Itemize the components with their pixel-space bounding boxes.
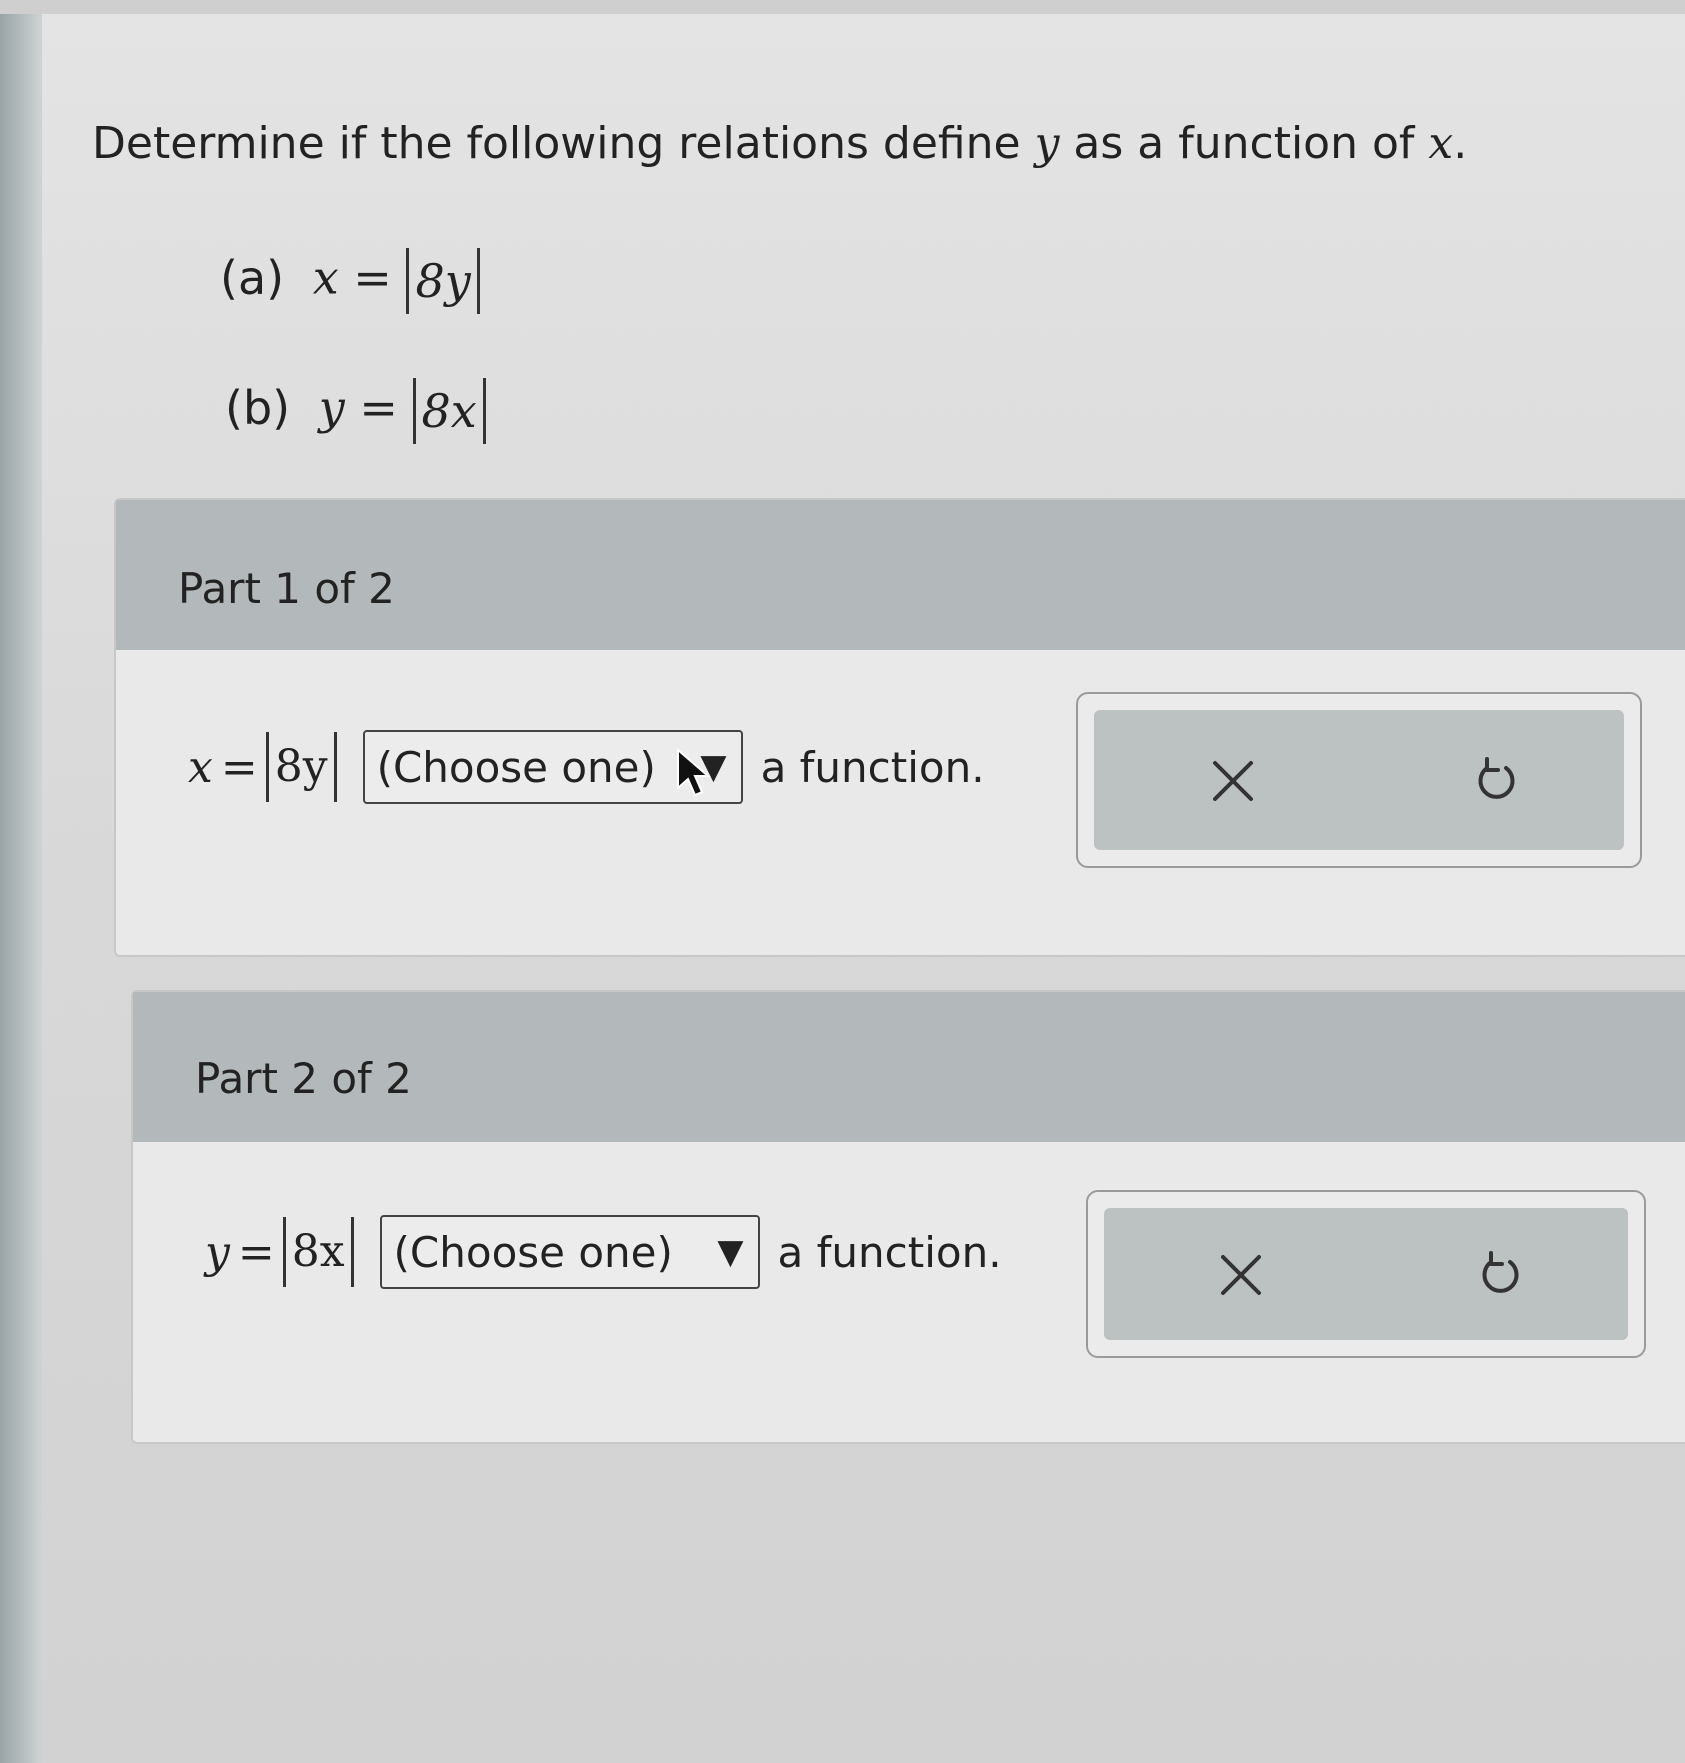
part-2-header: Part 2 of 2	[133, 992, 1685, 1142]
part-2-reset-button[interactable]	[1466, 1240, 1536, 1310]
part-1-clear-button[interactable]	[1198, 746, 1268, 816]
question-var-x: x	[1428, 118, 1454, 169]
part-2-lhs: y	[205, 1226, 230, 1278]
part-2-abs: 8x	[282, 1217, 354, 1287]
part-1-header: Part 1 of 2	[116, 500, 1685, 650]
part-2-clear-button[interactable]	[1206, 1240, 1276, 1310]
undo-icon	[1478, 757, 1515, 799]
part-2-equals: =	[237, 1226, 275, 1278]
part-1-dropdown-value: (Choose one)	[376, 742, 656, 792]
part-1-title: Part 1 of 2	[178, 564, 395, 613]
top-edge	[0, 0, 1685, 14]
close-icon	[1213, 761, 1253, 801]
question-var-y: y	[1034, 118, 1060, 169]
relation-a-lhs: x	[312, 250, 339, 305]
part-1-reset-button[interactable]	[1462, 746, 1532, 816]
part-1-abs: 8y	[265, 732, 337, 802]
part-2-title: Part 2 of 2	[195, 1054, 412, 1103]
part-2-suffix: a function.	[777, 1227, 1002, 1277]
part-2-choose-dropdown[interactable]: (Choose one) ▼	[379, 1215, 760, 1289]
undo-icon	[1482, 1251, 1519, 1293]
question-text-middle: as a function of	[1073, 118, 1415, 169]
part-1-suffix: a function.	[760, 742, 985, 792]
question-text-before: Determine if the following relations def…	[92, 118, 1021, 169]
part-1-action-bar	[1094, 710, 1624, 850]
part-1-equals: =	[220, 741, 258, 793]
relation-b-abs: 8x	[412, 378, 486, 444]
close-icon	[1221, 1255, 1261, 1295]
question-text: Determine if the following relations def…	[92, 118, 1467, 169]
triangle-down-icon: ▼	[717, 1232, 744, 1272]
part-2-action-box	[1086, 1190, 1646, 1358]
part-1-equation: x = 8y (Choose one) ▼ a function.	[188, 730, 985, 804]
part-1-lhs: x	[188, 741, 213, 793]
question-text-end: .	[1453, 118, 1468, 169]
relation-b: (b) y = 8x	[225, 378, 486, 444]
relation-b-lhs: y	[318, 380, 345, 435]
mouse-pointer-icon	[677, 748, 711, 797]
part-1-action-box	[1076, 692, 1642, 868]
relation-a: (a) x = 8y	[220, 248, 480, 314]
relation-a-label: (a)	[220, 250, 285, 305]
left-edge	[0, 0, 42, 1763]
part-2-dropdown-value: (Choose one)	[393, 1227, 673, 1277]
relation-a-equals: =	[353, 250, 392, 305]
part-2-equation: y = 8x (Choose one) ▼ a function.	[205, 1215, 1002, 1289]
relation-b-equals: =	[359, 380, 398, 435]
relation-a-abs: 8y	[406, 248, 480, 314]
part-2-action-bar	[1104, 1208, 1628, 1340]
relation-b-label: (b)	[225, 380, 291, 435]
